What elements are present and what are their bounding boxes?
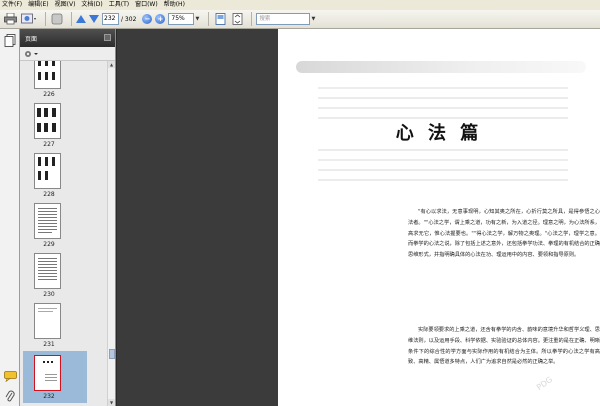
menu-view[interactable]: 视图(V) [55, 0, 76, 10]
bleed-through-line [318, 159, 568, 161]
navigation-icon-strip [0, 29, 20, 406]
body-paragraph: "有心以求法，无意事现明，心知其奥之所在，心折行莫之所具，是得参悟之心法者。""… [408, 209, 600, 259]
pages-icon [4, 33, 16, 47]
page-label-232: 232 [43, 393, 55, 400]
page-number-input[interactable]: 232 [102, 13, 119, 25]
pages-panel-button[interactable] [3, 33, 17, 47]
single-page-view-button[interactable] [213, 12, 227, 26]
toolbar: 232 / 302 − + 75% ▼ 搜索 ▼ [0, 10, 600, 29]
next-page-icon[interactable] [89, 15, 99, 23]
zoom-dropdown-icon[interactable]: ▼ [194, 13, 200, 25]
bleed-through-line [318, 107, 568, 109]
thumbnail-figures-icon [38, 61, 55, 80]
thumbnail-list: 226 227 228 229 230 231 232 [20, 61, 108, 406]
thumbnail-text-icon [38, 308, 57, 312]
document-page: 心 法 篇 "有心以求法，无意事现明，心知其奥之所在，心折行莫之所具，是得参悟之… [278, 29, 600, 406]
paperclip-icon [5, 390, 15, 401]
menu-file[interactable]: 文件(F) [2, 0, 22, 10]
chapter-title: 心 法 篇 [395, 123, 483, 144]
bleed-through-line [318, 179, 568, 181]
search-dropdown-icon[interactable]: ▼ [310, 13, 316, 25]
page-thumbnail-226[interactable] [34, 61, 61, 89]
page-view-icon [215, 13, 226, 25]
print-button[interactable] [3, 12, 17, 26]
menu-edit[interactable]: 编辑(E) [28, 0, 48, 10]
page-thumbnail-232[interactable] [34, 355, 61, 391]
bleed-through-line [318, 169, 568, 171]
bleed-through-line [318, 149, 568, 151]
menu-help[interactable]: 帮助(H) [164, 0, 185, 10]
comment-icon [3, 370, 17, 382]
printer-icon [3, 13, 17, 25]
page-thumbnail-228[interactable] [34, 153, 61, 189]
scroll-down-icon[interactable]: ▼ [108, 399, 115, 406]
page-header-banner [296, 61, 586, 73]
hand-icon [51, 13, 63, 25]
previous-page-icon[interactable] [76, 15, 86, 23]
comments-button[interactable] [3, 369, 17, 383]
page-label-231: 231 [43, 341, 55, 348]
thumbnail-text-icon [38, 258, 57, 280]
thumbnail-figures-icon [37, 108, 56, 132]
thumbnail-text-icon [38, 208, 57, 233]
email-button[interactable] [20, 12, 38, 26]
page-thumbnail-230[interactable] [34, 253, 61, 289]
page-label-226: 226 [43, 91, 55, 98]
bleed-through-line [318, 87, 568, 89]
toolbar-separator [45, 12, 46, 26]
pages-panel-title: 页面 [25, 35, 38, 43]
search-input[interactable]: 搜索 [256, 13, 311, 25]
page-thumbnail-229[interactable] [34, 203, 61, 239]
watermark: PDG [534, 374, 555, 393]
toolbar-separator [71, 12, 72, 26]
scroll-up-icon[interactable]: ▲ [108, 61, 115, 68]
zoom-out-icon[interactable]: − [142, 14, 153, 24]
zoom-in-icon[interactable]: + [155, 14, 166, 24]
fit-page-button[interactable] [230, 12, 244, 26]
zoom-level-input[interactable]: 75% [168, 13, 195, 25]
menu-window[interactable]: 窗口(W) [135, 0, 158, 10]
options-icon[interactable] [24, 50, 40, 58]
toolbar-separator [208, 12, 210, 26]
page-label-229: 229 [43, 241, 55, 248]
hand-tool-button[interactable] [50, 12, 64, 26]
envelope-icon [21, 13, 36, 24]
bleed-through-line [318, 97, 568, 99]
menu-bar: 文件(F) 编辑(E) 视图(V) 文档(D) 工具(T) 窗口(W) 帮助(H… [0, 0, 600, 10]
fit-page-icon [232, 13, 243, 25]
page-total-label: / 302 [121, 15, 137, 23]
thumbnail-figures-icon [38, 157, 55, 180]
page-label-228: 228 [43, 191, 55, 198]
pages-panel-header: 页面 [20, 29, 115, 47]
thumbnail-text-icon [43, 361, 57, 381]
attachments-button[interactable] [3, 389, 17, 403]
page-label-227: 227 [43, 141, 55, 148]
page-thumbnail-231[interactable] [34, 303, 61, 339]
menu-document[interactable]: 文档(D) [81, 0, 102, 10]
thumbnail-scrollbar[interactable]: ▲ ▼ [107, 61, 115, 406]
panel-options-bar [20, 47, 115, 61]
pages-panel: 页面 226 227 228 229 230 231 232 ▲ ▼ [20, 29, 116, 406]
body-paragraph: 实际要领要求的上乘之道，还含有拳学的内含、韵味的意境升华和哲学义理、思维法则，以… [408, 327, 600, 366]
menu-tools[interactable]: 工具(T) [109, 0, 129, 10]
scrollbar-thumb[interactable] [109, 349, 115, 359]
page-thumbnail-227[interactable] [34, 103, 61, 139]
panel-options-button[interactable] [104, 34, 111, 41]
page-label-230: 230 [43, 291, 55, 298]
toolbar-separator [251, 12, 253, 26]
document-viewport[interactable]: 心 法 篇 "有心以求法，无意事现明，心知其奥之所在，心折行莫之所具，是得参悟之… [117, 29, 600, 406]
